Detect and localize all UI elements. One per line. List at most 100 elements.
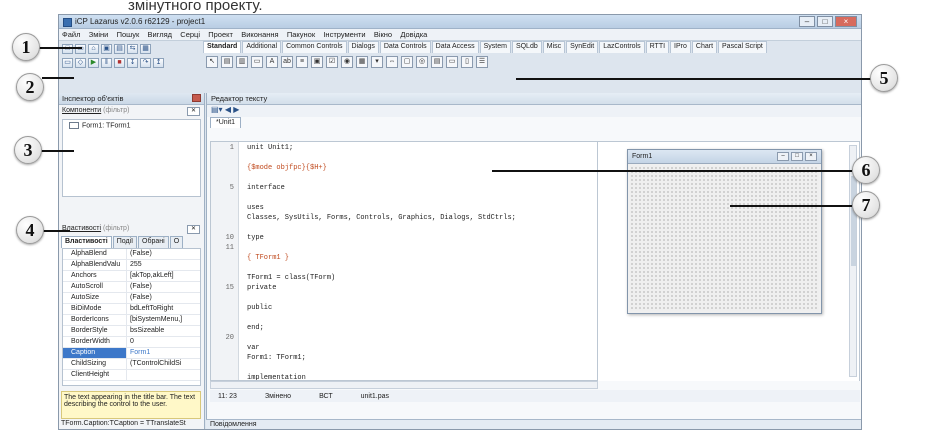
property-row[interactable]: AlphaBlendValu 255: [63, 260, 200, 271]
property-row[interactable]: BiDiMode bdLeftToRight: [63, 304, 200, 315]
form-design-grid[interactable]: [630, 166, 819, 311]
property-value[interactable]: (False): [127, 293, 200, 303]
palette-tab[interactable]: Chart: [691, 41, 718, 53]
stop-icon[interactable]: ■: [114, 58, 125, 68]
property-value[interactable]: bsSizeable: [127, 326, 200, 336]
change-mode-icon[interactable]: ◇: [75, 58, 86, 68]
property-row[interactable]: AlphaBlend (False): [63, 249, 200, 260]
property-row[interactable]: Anchors [akTop,akLeft]: [63, 271, 200, 282]
memo-component-icon[interactable]: ≡: [296, 55, 308, 68]
menu-item[interactable]: Пакунок: [284, 29, 318, 40]
property-value[interactable]: (False): [127, 249, 200, 259]
palette-tab[interactable]: Standard: [203, 41, 242, 53]
editor-horizontal-scrollbar[interactable]: [210, 381, 598, 389]
palette-tab[interactable]: Pascal Script: [718, 41, 767, 53]
togglebox-component-icon[interactable]: ▣: [311, 55, 323, 68]
groupbox-component-icon[interactable]: ▢: [401, 55, 413, 68]
tab-events[interactable]: Події: [112, 236, 138, 248]
tab-properties[interactable]: Властивості: [61, 236, 112, 248]
menu-item[interactable]: Пошук: [114, 29, 143, 40]
popup-menu-component-icon[interactable]: ▥: [236, 55, 248, 68]
radiobutton-component-icon[interactable]: ◉: [341, 55, 353, 68]
label-component-icon[interactable]: A: [266, 55, 278, 68]
menu-item[interactable]: Вікно: [371, 29, 395, 40]
frame-component-icon[interactable]: ▯: [461, 55, 473, 68]
palette-tab[interactable]: Data Access: [431, 41, 479, 53]
palette-tab[interactable]: Common Controls: [282, 41, 347, 53]
property-row[interactable]: ClientHeight: [63, 370, 200, 381]
menu-item[interactable]: Виконання: [238, 29, 281, 40]
palette-tab[interactable]: Additional: [242, 41, 282, 53]
main-menu-component-icon[interactable]: ▤: [221, 55, 233, 68]
property-value[interactable]: [127, 370, 200, 380]
palette-tab[interactable]: IPro: [670, 41, 691, 53]
actionlist-component-icon[interactable]: ☰: [476, 55, 488, 68]
tree-node-form1[interactable]: Form1: TForm1: [69, 122, 194, 129]
palette-tab[interactable]: SQLdb: [511, 41, 542, 53]
minimize-icon[interactable]: –: [777, 152, 789, 161]
palette-tab[interactable]: LazControls: [599, 41, 645, 53]
property-row[interactable]: BorderIcons [biSystemMenu,]: [63, 315, 200, 326]
pause-icon[interactable]: ‖: [101, 58, 112, 68]
filter-clear-icon[interactable]: ✕: [187, 107, 200, 116]
minimize-icon[interactable]: –: [799, 16, 815, 27]
checkgroup-component-icon[interactable]: ▤: [431, 55, 443, 68]
toggle-form-icon[interactable]: ⇆: [127, 44, 138, 54]
menu-item[interactable]: Зміни: [86, 29, 112, 40]
combobox-component-icon[interactable]: ▾: [371, 55, 383, 68]
menu-item[interactable]: Проект: [205, 29, 236, 40]
tab-unit1[interactable]: *Unit1: [210, 117, 242, 128]
open-file-icon[interactable]: ⌂: [88, 44, 99, 54]
forward-arrow-icon[interactable]: ▶: [233, 105, 239, 114]
properties-filter-input[interactable]: (фільтр): [103, 225, 129, 232]
menu-item[interactable]: Інструменти: [320, 29, 368, 40]
listbox-component-icon[interactable]: ▦: [356, 55, 368, 68]
view-forms-icon[interactable]: ▭: [62, 58, 73, 68]
menu-item[interactable]: Довідка: [397, 29, 430, 40]
new-form-icon[interactable]: ▭: [75, 44, 86, 54]
palette-tab[interactable]: RTTI: [645, 41, 670, 53]
jump-history-icon[interactable]: ▤▾: [211, 105, 223, 114]
palette-tab[interactable]: SynEdit: [566, 41, 599, 53]
property-row-selected[interactable]: Caption Form1: [63, 348, 200, 359]
property-row[interactable]: BorderWidth 0: [63, 337, 200, 348]
property-value[interactable]: [biSystemMenu,]: [127, 315, 200, 325]
tab-favorites[interactable]: Обрані: [138, 236, 169, 248]
edit-component-icon[interactable]: ab: [281, 55, 293, 68]
palette-tab[interactable]: Data Controls: [379, 41, 431, 53]
property-row[interactable]: AutoSize (False): [63, 293, 200, 304]
close-icon[interactable]: ×: [805, 152, 817, 161]
back-arrow-icon[interactable]: ◀: [225, 105, 231, 114]
close-icon[interactable]: [192, 94, 201, 102]
maximize-icon[interactable]: □: [817, 16, 833, 27]
button-component-icon[interactable]: ▭: [251, 55, 263, 68]
panel-component-icon[interactable]: ▭: [446, 55, 458, 68]
property-value[interactable]: bdLeftToRight: [127, 304, 200, 314]
scrollbar-component-icon[interactable]: ⇔: [386, 55, 398, 68]
palette-tab[interactable]: Dialogs: [347, 41, 379, 53]
maximize-icon[interactable]: □: [791, 152, 803, 161]
property-row[interactable]: ChildSizing (TControlChildSi: [63, 359, 200, 370]
menu-item[interactable]: Вигляд: [144, 29, 175, 40]
property-value[interactable]: Form1: [127, 348, 200, 358]
save-all-icon[interactable]: ▤: [114, 44, 125, 54]
form-designer-window[interactable]: Form1 – □ ×: [627, 149, 822, 314]
new-file-icon[interactable]: □: [62, 44, 73, 54]
code-area[interactable]: 1 unit Unit1; {$mode objfpc}{$H+} 5 interf…: [210, 141, 598, 381]
step-out-icon[interactable]: ↥: [153, 58, 164, 68]
property-row[interactable]: AutoScroll (False): [63, 282, 200, 293]
palette-tab[interactable]: Misc: [542, 41, 566, 53]
property-row[interactable]: BorderStyle bsSizeable: [63, 326, 200, 337]
scroll-thumb[interactable]: [851, 176, 856, 266]
components-filter-input[interactable]: (фільтр): [103, 107, 129, 114]
step-over-icon[interactable]: ↷: [140, 58, 151, 68]
tab-other[interactable]: О: [169, 236, 184, 248]
pointer-icon[interactable]: ↖: [206, 55, 218, 68]
step-into-icon[interactable]: ↧: [127, 58, 138, 68]
property-value[interactable]: (TControlChildSi: [127, 359, 200, 369]
property-value[interactable]: 255: [127, 260, 200, 270]
property-value[interactable]: [akTop,akLeft]: [127, 271, 200, 281]
checkbox-component-icon[interactable]: ☑: [326, 55, 338, 68]
property-value[interactable]: (False): [127, 282, 200, 292]
palette-tab[interactable]: System: [479, 41, 511, 53]
